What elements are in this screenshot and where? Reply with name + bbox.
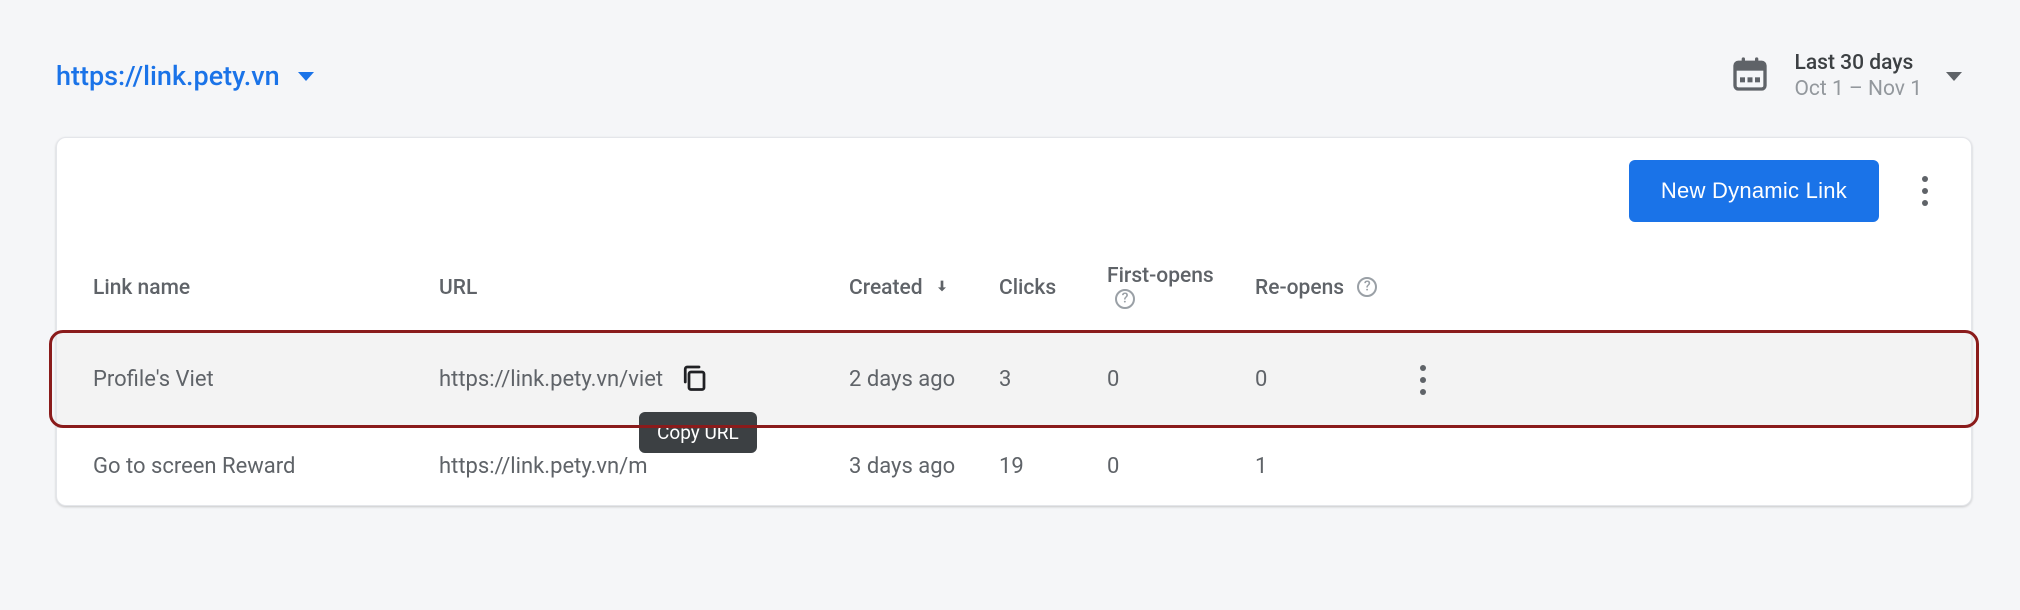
cell-re-opens: 0 — [1243, 332, 1393, 427]
table-row[interactable]: Profile's Viethttps://link.pety.vn/vietC… — [57, 332, 1971, 427]
cell-actions — [1393, 332, 1469, 427]
cell-created: 3 days ago — [837, 427, 987, 505]
row-overflow-menu[interactable] — [1405, 359, 1441, 401]
copy-icon[interactable] — [679, 362, 709, 398]
domain-selector[interactable]: https://link.pety.vn — [56, 60, 314, 92]
date-range-value: Oct 1 – Nov 1 — [1794, 76, 1922, 102]
new-dynamic-link-button[interactable]: New Dynamic Link — [1629, 160, 1879, 222]
col-url[interactable]: URL — [427, 244, 837, 333]
cell-first-opens: 0 — [1095, 332, 1243, 427]
cell-first-opens: 0 — [1095, 427, 1243, 505]
date-range-selector[interactable]: Last 30 days Oct 1 – Nov 1 — [1730, 50, 1972, 103]
cell-link-name: Go to screen Reward — [57, 427, 427, 505]
caret-down-icon — [1946, 72, 1962, 81]
date-range-text: Last 30 days Oct 1 – Nov 1 — [1794, 50, 1922, 103]
cell-clicks: 3 — [987, 332, 1095, 427]
calendar-icon — [1730, 54, 1770, 98]
cell-link-name: Profile's Viet — [57, 332, 427, 427]
sort-desc-icon — [934, 276, 950, 300]
cell-url: https://link.pety.vn/vietCopy URL — [427, 332, 837, 427]
col-created[interactable]: Created — [837, 244, 987, 333]
col-actions — [1393, 244, 1469, 333]
table-row[interactable]: Go to screen Reward https://link.pety.vn/… — [57, 427, 1971, 505]
cell-actions — [1393, 427, 1469, 505]
caret-down-icon — [298, 72, 314, 81]
links-table: Link name URL Created Clicks First-opens — [57, 244, 1971, 505]
domain-label: https://link.pety.vn — [56, 60, 280, 92]
cell-clicks: 19 — [987, 427, 1095, 505]
cell-url: https://link.pety.vn/m — [427, 427, 837, 505]
col-created-label: Created — [849, 276, 923, 300]
card-overflow-menu[interactable] — [1907, 170, 1943, 212]
col-first-opens-label: First-opens — [1107, 264, 1214, 288]
help-icon[interactable] — [1357, 277, 1377, 297]
cell-re-opens: 1 — [1243, 427, 1393, 505]
col-first-opens[interactable]: First-opens — [1095, 244, 1243, 333]
cell-created: 2 days ago — [837, 332, 987, 427]
links-card: New Dynamic Link Link name URL Created — [56, 137, 1972, 506]
help-icon[interactable] — [1115, 289, 1135, 309]
col-link-name[interactable]: Link name — [57, 244, 427, 333]
date-range-label: Last 30 days — [1794, 50, 1922, 76]
url-text: https://link.pety.vn/m — [439, 454, 648, 479]
col-clicks[interactable]: Clicks — [987, 244, 1095, 333]
url-text: https://link.pety.vn/viet — [439, 367, 663, 392]
col-re-opens-label: Re-opens — [1255, 276, 1344, 300]
col-re-opens[interactable]: Re-opens — [1243, 244, 1393, 333]
